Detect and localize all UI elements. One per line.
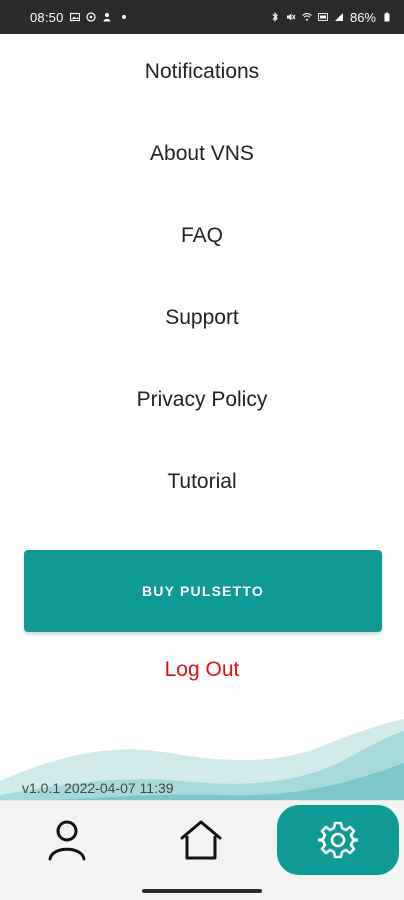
- nav-settings-tab[interactable]: [277, 805, 399, 875]
- gear-icon: [318, 821, 358, 859]
- status-bar: 08:50 86%: [0, 0, 404, 34]
- menu-item-about-vns[interactable]: About VNS: [0, 116, 404, 198]
- battery-percentage: 86%: [349, 9, 376, 25]
- menu-item-support[interactable]: Support: [0, 280, 404, 362]
- person-alert-icon: [102, 12, 112, 22]
- viber-icon: [85, 12, 96, 22]
- menu-item-label: About VNS: [150, 142, 254, 165]
- status-left: 08:50: [30, 10, 126, 25]
- volte-icon: [318, 12, 328, 22]
- menu-item-faq[interactable]: FAQ: [0, 198, 404, 280]
- menu-item-label: FAQ: [180, 224, 223, 247]
- battery-icon: [382, 12, 392, 22]
- mute-icon: [286, 12, 296, 22]
- bottom-navigation: [0, 800, 404, 879]
- nav-profile-tab[interactable]: [22, 805, 112, 875]
- bluetooth-icon: [270, 12, 280, 22]
- gesture-bar[interactable]: [142, 889, 262, 893]
- nav-home-tab[interactable]: [156, 805, 246, 875]
- menu-item-label: Support: [165, 306, 239, 329]
- gallery-icon: [69, 12, 80, 22]
- menu-item-label: Privacy Policy: [136, 388, 268, 411]
- notification-dot-icon: [121, 15, 126, 19]
- menu-item-label: Tutorial: [167, 470, 237, 493]
- status-right: 86%: [270, 10, 392, 25]
- menu-item-label: Notifications: [144, 60, 260, 83]
- version-label: v1.0.1 2022-04-07 11:39: [22, 780, 174, 796]
- menu-item-tutorial[interactable]: Tutorial: [0, 444, 404, 526]
- settings-menu: Notifications About VNS FAQ Support Priv…: [0, 34, 404, 526]
- logout-button[interactable]: Log Out: [0, 658, 404, 682]
- buy-pulsetto-button[interactable]: BUY PULSETTO: [24, 550, 382, 632]
- menu-item-privacy-policy[interactable]: Privacy Policy: [0, 362, 404, 444]
- status-time: 08:50: [30, 9, 64, 25]
- person-icon: [48, 820, 86, 861]
- home-icon: [180, 820, 222, 860]
- signal-icon: [334, 12, 344, 22]
- wifi-icon: [302, 12, 312, 22]
- menu-item-notifications[interactable]: Notifications: [0, 34, 404, 116]
